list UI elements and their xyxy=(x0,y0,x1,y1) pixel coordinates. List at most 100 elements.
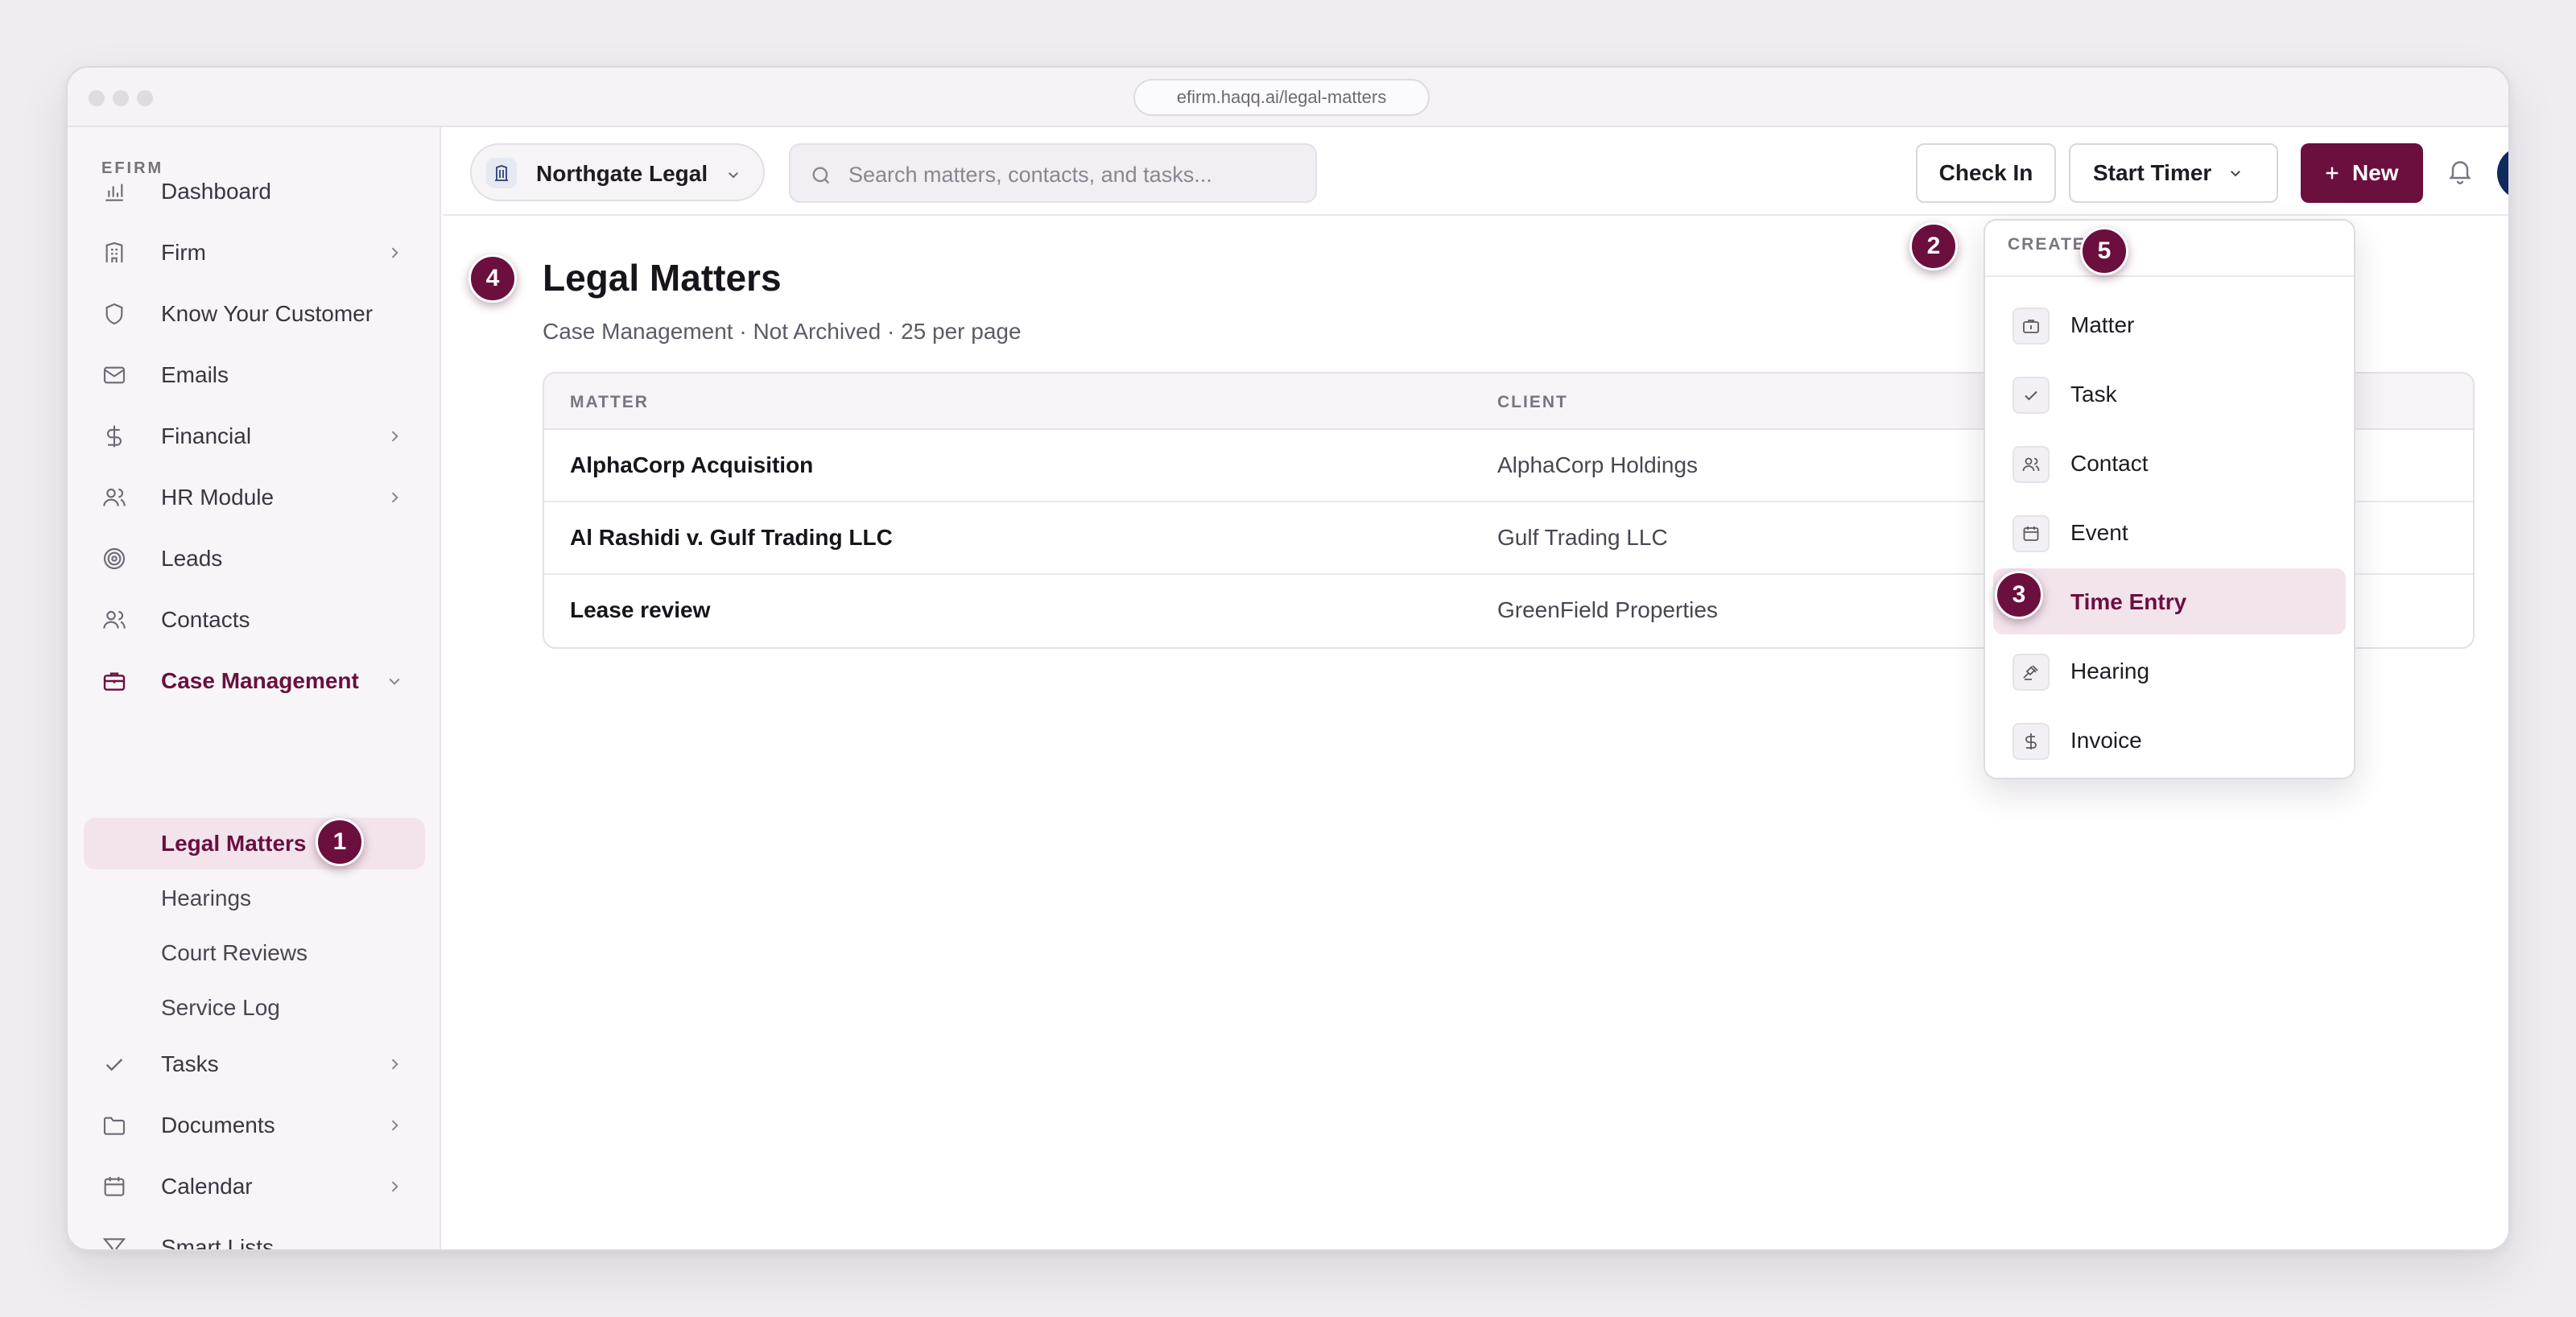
sidebar-item-dashboard[interactable]: Dashboard xyxy=(84,167,425,216)
sidebar-item-case-management[interactable]: Case Management xyxy=(84,657,425,705)
start-timer-button[interactable]: Start Timer xyxy=(2069,143,2278,203)
sidebar-item-documents[interactable]: Documents xyxy=(84,1101,425,1150)
sidebar-item-label: Contacts xyxy=(161,607,250,632)
window-dot[interactable] xyxy=(137,90,153,106)
new-button-label: New xyxy=(2352,160,2399,185)
chevron-right-icon xyxy=(391,247,398,258)
menu-item-label: Hearing xyxy=(2070,658,2150,683)
sidebar-item-label: Documents xyxy=(161,1113,275,1137)
client-name: Gulf Trading LLC xyxy=(1497,525,1668,550)
sidebar-subitem-label: Court Reviews xyxy=(161,940,308,965)
menu-divider xyxy=(1985,275,2354,277)
sidebar-item-tasks[interactable]: Tasks xyxy=(84,1040,425,1088)
menu-item-matter[interactable]: Matter xyxy=(1993,291,2346,357)
menu-item-invoice[interactable]: Invoice xyxy=(1993,707,2346,773)
search-input[interactable]: Search matters, contacts, and tasks... xyxy=(789,143,1317,203)
window-dot[interactable] xyxy=(113,90,129,106)
column-header-client[interactable]: CLIENT xyxy=(1497,393,1568,412)
menu-item-hearing[interactable]: Hearing xyxy=(1993,638,2346,704)
folder-icon xyxy=(103,1117,126,1135)
sidebar-item-label: HR Module xyxy=(161,485,275,510)
sidebar-item-emails[interactable]: Emails xyxy=(84,351,425,399)
menu-item-label: Matter xyxy=(2070,312,2135,337)
sidebar-item-leads[interactable]: Leads xyxy=(84,535,425,583)
page-subtitle: Case Management · Not Archived · 25 per … xyxy=(543,319,1022,344)
sidebar-item-label: Know Your Customer xyxy=(161,301,374,326)
column-header-matter[interactable]: MATTER xyxy=(570,393,649,412)
chevron-right-icon xyxy=(391,1059,398,1070)
client-name: AlphaCorp Holdings xyxy=(1497,452,1699,477)
search-icon xyxy=(812,167,830,184)
matter-name[interactable]: AlphaCorp Acquisition xyxy=(570,452,813,478)
sidebar-item-hr-module[interactable]: HR Module xyxy=(84,473,425,522)
matter-name[interactable]: Lease review xyxy=(570,597,710,623)
chevron-right-icon xyxy=(391,431,398,442)
menu-item-label: Event xyxy=(2070,520,2128,545)
sidebar-subitem-service-log[interactable]: Service Log xyxy=(84,982,425,1034)
menu-item-label: Time Entry xyxy=(2070,589,2187,614)
search-placeholder: Search matters, contacts, and tasks... xyxy=(848,163,1212,187)
sidebar-item-smart-lists[interactable]: Smart Lists xyxy=(84,1224,425,1249)
sidebar-item-calendar[interactable]: Calendar xyxy=(84,1162,425,1211)
building-icon xyxy=(105,242,123,262)
briefcase-icon xyxy=(2023,320,2039,333)
menu-item-icon-box xyxy=(2013,654,2050,691)
menu-item-icon-box xyxy=(2013,723,2050,760)
menu-item-icon-box xyxy=(2013,446,2050,483)
gavel-icon xyxy=(2023,665,2038,680)
step-marker: 4 xyxy=(469,254,517,303)
sidebar-item-label: Case Management xyxy=(161,668,359,693)
shield-icon xyxy=(105,303,123,325)
sidebar-item-label: Dashboard xyxy=(161,179,271,204)
bar-chart-icon xyxy=(105,184,123,201)
chevron-down-icon xyxy=(729,172,738,179)
menu-item-event[interactable]: Event xyxy=(1993,499,2346,565)
menu-item-task[interactable]: Task xyxy=(1993,361,2346,427)
chevron-right-icon xyxy=(391,492,398,503)
browser-titlebar: efirm.haqq.ai/legal-matters xyxy=(68,68,2508,127)
menu-item-icon-box xyxy=(2013,515,2050,552)
sidebar-subitem-legal-matters[interactable]: Legal Matters xyxy=(84,818,425,869)
menu-item-icon-box xyxy=(2013,308,2050,345)
matter-name[interactable]: Al Rashidi v. Gulf Trading LLC xyxy=(570,525,893,551)
sidebar-subitem-court-reviews[interactable]: Court Reviews xyxy=(84,927,425,979)
sidebar-item-contacts[interactable]: Contacts xyxy=(84,596,425,644)
sidebar-item-firm[interactable]: Firm xyxy=(84,229,425,277)
new-button[interactable]: New xyxy=(2301,143,2423,203)
sidebar-item-label: Leads xyxy=(161,546,223,571)
sidebar-item-financial[interactable]: Financial xyxy=(84,412,425,460)
step-marker: 1 xyxy=(316,818,364,866)
firm-selector[interactable]: Northgate Legal xyxy=(470,143,765,201)
sidebar-subitem-label: Hearings xyxy=(161,886,252,910)
building-icon xyxy=(495,165,508,181)
menu-item-contact[interactable]: Contact xyxy=(1993,430,2346,496)
sidebar-item-label: Firm xyxy=(161,240,206,265)
users-icon xyxy=(103,610,126,629)
chevron-down-icon xyxy=(389,678,400,685)
target-icon xyxy=(103,547,126,570)
sidebar-subitem-hearings[interactable]: Hearings xyxy=(84,873,425,924)
sidebar-item-label: Emails xyxy=(161,362,229,387)
step-marker: 3 xyxy=(1995,571,2043,619)
chevron-down-icon xyxy=(2231,171,2240,177)
avatar[interactable]: SM xyxy=(2497,147,2508,200)
window-dot[interactable] xyxy=(89,90,105,106)
menu-item-label: Task xyxy=(2070,382,2117,407)
users-icon xyxy=(103,488,126,506)
topbar: Northgate Legal Search matters, contacts… xyxy=(443,127,2508,216)
address-bar[interactable]: efirm.haqq.ai/legal-matters xyxy=(1133,79,1430,116)
filter-icon xyxy=(102,1238,126,1249)
calendar-icon xyxy=(2023,526,2039,541)
step-marker: 5 xyxy=(2080,227,2128,275)
menu-item-time-entry[interactable]: Time Entry xyxy=(1993,568,2346,634)
menu-item-icon-box xyxy=(2013,377,2050,414)
mail-icon xyxy=(103,366,126,384)
menu-item-label: Invoice xyxy=(2070,728,2142,753)
dollar-icon xyxy=(2025,733,2037,749)
bell-icon[interactable] xyxy=(2446,155,2475,187)
firm-name: Northgate Legal xyxy=(536,161,708,186)
menu-item-label: Contact xyxy=(2070,451,2149,476)
sidebar-item-kyc[interactable]: Know Your Customer xyxy=(84,290,425,338)
check-in-button[interactable]: Check In xyxy=(1916,143,2056,203)
calendar-icon xyxy=(104,1177,125,1196)
